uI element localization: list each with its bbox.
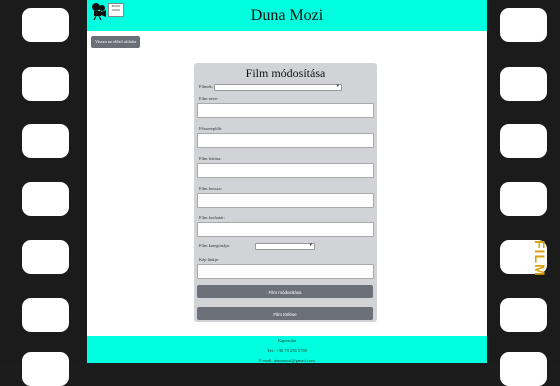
edit-film-form: Film módosítása Filmek: ▾ Film neve: Fős… [194,63,377,322]
footer-email[interactable]: E-mail: dunamozi@gmail.com [87,358,487,363]
cast-label: Főszereplők: [199,126,223,131]
film-hole [22,182,69,216]
category-label: Film kategóriája: [199,243,230,248]
cast-input[interactable] [197,133,374,148]
age-rating-label: Film korhatár: [199,215,225,220]
film-select-label: Filmek: [199,84,214,89]
chevron-down-icon: ▾ [336,84,339,89]
film-hole [500,67,547,101]
site-footer: Kapcsolat Tel.: +36 70 256 5789 E-mail: … [87,336,487,363]
main-page: DUNA MOZI Duna Mozi Vissza az előző olda… [87,0,487,363]
film-select[interactable]: ▾ [214,84,342,91]
film-strip-right [487,0,560,386]
chevron-down-icon: ▾ [309,243,312,248]
film-hole [500,298,547,332]
film-side-label: FILM [532,240,548,277]
name-label: Film neve: [199,96,219,101]
back-button[interactable]: Vissza az előző oldalra [91,36,141,48]
film-hole [22,8,69,42]
site-title: Duna Mozi [250,7,324,24]
footer-contact-title: Kapcsolat [278,338,296,343]
footer-phone: Tel.: +36 70 256 5789 [267,348,307,353]
film-hole [22,298,69,332]
description-input[interactable] [197,163,374,178]
image-link-label: Kép linkje: [199,257,220,262]
film-hole [22,124,69,158]
film-hole [500,182,547,216]
age-rating-input[interactable] [197,222,374,237]
name-input[interactable] [197,103,374,118]
film-hole [22,352,69,386]
film-hole [500,352,547,386]
film-hole [22,67,69,101]
description-label: Film leírása: [199,156,222,161]
form-title: Film módosítása [245,66,326,80]
image-link-input[interactable] [197,264,374,279]
category-select[interactable]: ▾ [255,243,315,250]
site-header: DUNA MOZI Duna Mozi [87,0,487,31]
film-strip-left [0,0,87,386]
duration-label: Film hossza: [199,186,222,191]
film-hole [22,240,69,274]
film-hole [500,8,547,42]
modify-film-button[interactable]: Film módosítása [197,285,373,298]
duration-input[interactable] [197,193,374,208]
film-hole [500,124,547,158]
delete-film-button[interactable]: Film törlése [197,307,373,320]
